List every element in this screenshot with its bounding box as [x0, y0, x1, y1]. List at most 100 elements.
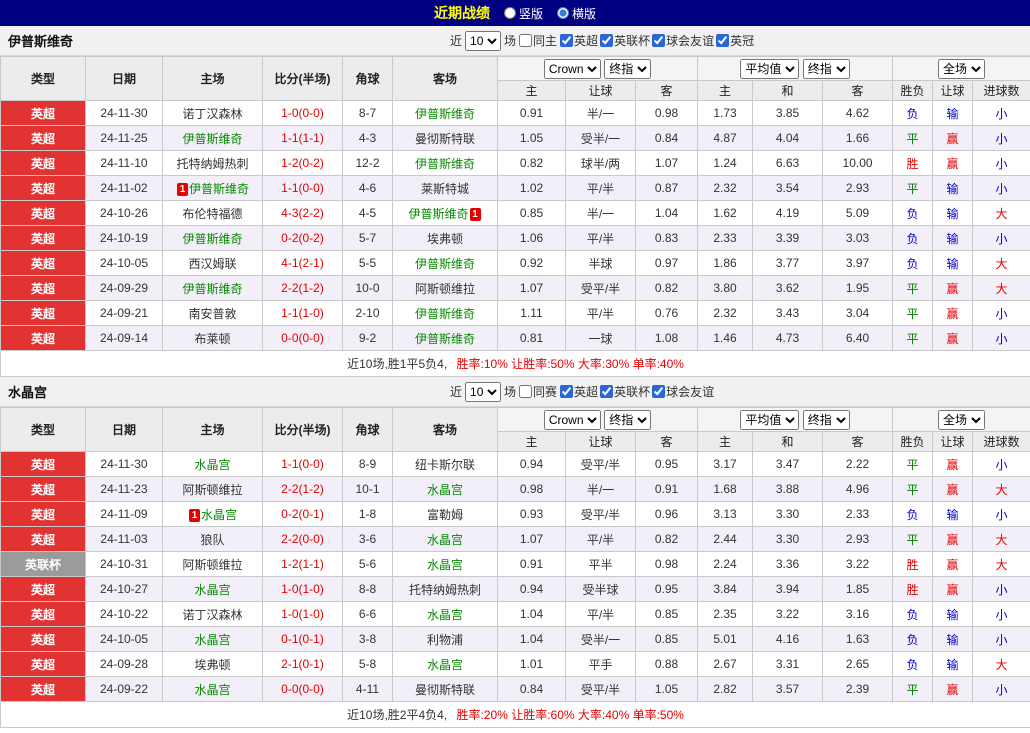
col-odds-away: 客 [634, 80, 699, 101]
team-name: 水晶宫 [426, 482, 463, 497]
league-checkbox-input[interactable] [652, 34, 666, 47]
handicap-result-cell: 输 [932, 501, 974, 527]
col-corner: 角球 [342, 407, 393, 452]
avg-away: 5.09 [822, 200, 894, 226]
same-checkbox[interactable]: 同主 [519, 32, 557, 49]
away-team: 托特纳姆热刺 [392, 576, 498, 602]
league-checkbox-input[interactable] [600, 385, 614, 398]
match-row: 英超 24-11-23 阿斯顿维拉 2-2(1-2) 10-1 水晶宫 0.98 半/一 0.9… [0, 476, 1030, 502]
avg-home: 1.62 [697, 200, 754, 226]
home-team: 伊普斯维奇 [162, 125, 263, 151]
same-checkbox[interactable]: 同赛 [519, 383, 557, 400]
league-checkbox-input[interactable] [560, 34, 574, 47]
odds-home: 1.04 [497, 601, 566, 627]
games-count-select[interactable]: 10 [465, 30, 502, 51]
match-row: 英超 24-11-09 1 水晶宫 0-2(0-1) 1-8 富勒姆 0.93 受平/半 0.96… [0, 501, 1030, 527]
col-handicap-result: 让球 [932, 431, 974, 452]
odds-home: 0.81 [497, 325, 566, 351]
match-score: 1-0(1-0) [262, 601, 343, 627]
league-checkbox[interactable]: 英联杯 [600, 32, 650, 49]
league-checkbox-input[interactable] [560, 385, 574, 398]
page-title: 近期战绩 [433, 5, 490, 21]
away-team: 水晶宫 [392, 651, 498, 677]
result-cell: 负 [892, 225, 934, 251]
same-checkbox-input[interactable] [519, 34, 533, 47]
result-cell: 平 [892, 526, 934, 552]
avg-stage-select[interactable]: 终指 [802, 409, 850, 430]
goals-result-cell: 小 [972, 225, 1030, 251]
goals-result-cell: 小 [972, 501, 1030, 527]
result-cell: 负 [892, 501, 934, 527]
match-row: 英超 24-10-05 西汉姆联 4-1(2-1) 5-5 伊普斯维奇 0.92 半球 0.97… [0, 250, 1030, 276]
layout-radio-vertical-input[interactable] [503, 7, 516, 19]
league-checkbox[interactable]: 球会友谊 [652, 383, 714, 400]
league-checkbox-input[interactable] [600, 34, 614, 47]
match-score: 0-0(0-0) [262, 325, 343, 351]
layout-radio-horizontal[interactable]: 横版 [557, 5, 596, 22]
odds-stage-select[interactable]: 终指 [604, 58, 652, 79]
corner-count: 5-7 [342, 225, 393, 251]
odds-home: 0.91 [497, 551, 566, 577]
team-name: 埃弗顿 [426, 231, 463, 246]
bookmaker-select[interactable]: Crown [543, 409, 601, 430]
home-team: 埃弗顿 [162, 651, 263, 677]
match-row: 英超 24-09-22 水晶宫 0-0(0-0) 4-11 曼彻斯特联 0.84 受平/半 1.… [0, 676, 1030, 702]
match-row: 英超 24-09-14 布莱顿 0-0(0-0) 9-2 伊普斯维奇 0.81 一球 1.08 1… [0, 325, 1030, 351]
odds-handicap: 受平/半 [565, 676, 636, 702]
avg-stage-select[interactable]: 终指 [802, 58, 850, 79]
league-checkbox[interactable]: 球会友谊 [652, 32, 714, 49]
col-date: 日期 [85, 407, 163, 452]
league-checkbox-input[interactable] [716, 34, 730, 47]
corner-count: 4-11 [342, 676, 393, 702]
avg-away: 2.65 [822, 651, 894, 677]
layout-radio-vertical[interactable]: 竖版 [503, 5, 543, 22]
same-checkbox-input[interactable] [519, 385, 533, 398]
goals-result-cell: 大 [972, 551, 1030, 577]
odds-stage-select[interactable]: 终指 [604, 409, 652, 430]
col-result: 胜负 [892, 80, 934, 101]
handicap-result-cell: 赢 [932, 576, 974, 602]
bookmaker-select[interactable]: Crown [543, 58, 601, 79]
match-date: 24-11-23 [85, 476, 163, 502]
layout-radio-horizontal-input[interactable] [557, 7, 569, 19]
team-name: 埃弗顿 [194, 657, 231, 672]
league-checkbox[interactable]: 英联杯 [600, 383, 650, 400]
avg-away: 2.93 [822, 526, 894, 552]
avg-away: 10.00 [822, 150, 894, 176]
away-team: 伊普斯维奇 [392, 325, 498, 351]
home-team: 水晶宫 [162, 626, 263, 652]
team-name: 伊普斯维奇 [182, 281, 243, 296]
odds-handicap: 平/半 [565, 225, 636, 251]
odds-home: 0.93 [497, 501, 566, 527]
average-select[interactable]: 平均值 [740, 409, 800, 430]
odds-handicap: 平/半 [565, 175, 636, 201]
corner-count: 3-8 [342, 626, 393, 652]
league-checkbox[interactable]: 英超 [560, 383, 598, 400]
avg-home: 2.24 [697, 551, 754, 577]
away-team: 伊普斯维奇 [392, 250, 498, 276]
avg-home: 1.46 [697, 325, 754, 351]
league-checkbox[interactable]: 英超 [560, 32, 598, 49]
handicap-result-cell: 赢 [932, 676, 974, 702]
league-cell: 英超 [0, 576, 86, 602]
league-checkbox-input[interactable] [652, 385, 666, 398]
team-name: 伊普斯维奇 [414, 331, 475, 346]
fulltime-select[interactable]: 全场 [938, 58, 986, 79]
team-name: 伊普斯维奇 [182, 131, 243, 146]
odds-home: 1.07 [497, 526, 566, 552]
match-score: 0-2(0-2) [262, 225, 343, 251]
section-header-0: 伊普斯维奇 近 10 场 同主 英超 英联杯 球会友谊 英冠 [0, 26, 1030, 56]
avg-home: 2.67 [697, 651, 754, 677]
average-select[interactable]: 平均值 [740, 58, 800, 79]
result-cell: 负 [892, 626, 934, 652]
team-name: 曼彻斯特联 [414, 131, 475, 146]
fulltime-select[interactable]: 全场 [938, 409, 986, 430]
league-checkbox[interactable]: 英冠 [716, 32, 754, 49]
match-date: 24-11-02 [85, 175, 163, 201]
result-cell: 胜 [892, 150, 934, 176]
games-count-select[interactable]: 10 [465, 381, 502, 402]
league-checkbox-label: 球会友谊 [666, 34, 715, 48]
col-handicap: 让球 [565, 431, 636, 452]
avg-away: 1.85 [822, 576, 894, 602]
match-score: 1-1(1-1) [262, 125, 343, 151]
